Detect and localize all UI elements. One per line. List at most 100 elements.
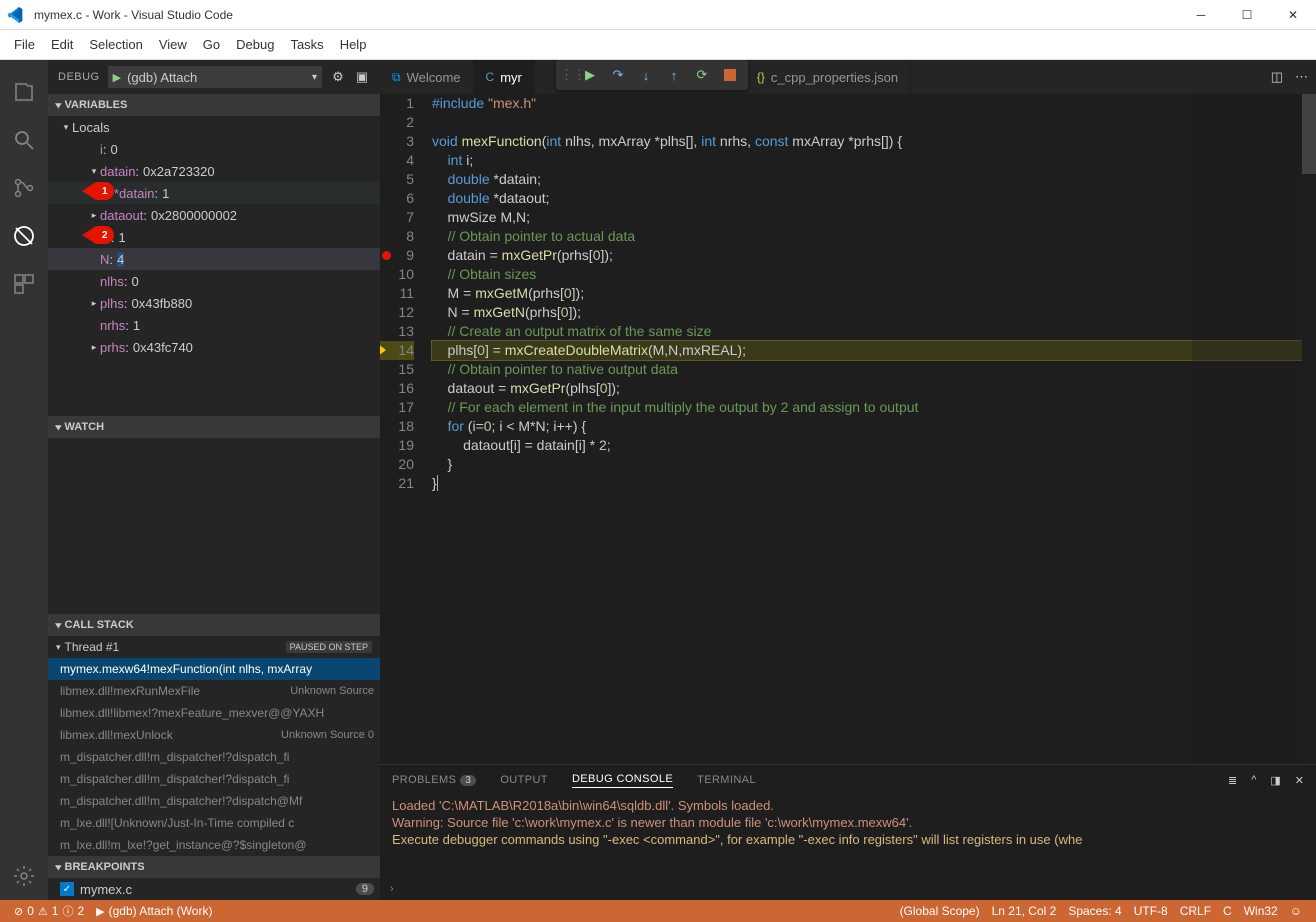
menu-tasks[interactable]: Tasks	[282, 37, 331, 52]
menu-file[interactable]: File	[6, 37, 43, 52]
code-line[interactable]: }	[432, 474, 1316, 493]
code-line[interactable]: mwSize M,N;	[432, 208, 1316, 227]
panel-tab-terminal[interactable]: TERMINAL	[697, 774, 756, 786]
callstack-row[interactable]: libmex.dll!libmex!?mexFeature_mexver@@YA…	[48, 702, 380, 724]
code-line[interactable]: int i;	[432, 151, 1316, 170]
menu-selection[interactable]: Selection	[81, 37, 150, 52]
status-encoding[interactable]: UTF-8	[1128, 904, 1174, 918]
continue-button[interactable]: ▶	[576, 61, 604, 89]
panel-tab-output[interactable]: OUTPUT	[500, 774, 548, 786]
maximize-panel-icon[interactable]: ◨	[1270, 774, 1280, 787]
menu-view[interactable]: View	[151, 37, 195, 52]
explorer-icon[interactable]	[0, 68, 48, 116]
code-line[interactable]: double *datain;	[432, 170, 1316, 189]
minimize-button[interactable]: ─	[1178, 0, 1224, 30]
variable-row[interactable]: ▸dataout: 0x2800000002	[48, 204, 380, 226]
tab-ccpp-properties[interactable]: {} c_cpp_properties.json	[745, 60, 911, 94]
status-debug[interactable]: ▶(gdb) Attach (Work)	[90, 904, 218, 918]
debug-config-select[interactable]: ▶ (gdb) Attach ▾	[108, 66, 322, 88]
extensions-icon[interactable]	[0, 260, 48, 308]
code-line[interactable]: dataout[i] = datain[i] * 2;	[432, 436, 1316, 455]
variable-row[interactable]: nlhs: 0	[48, 270, 380, 292]
restart-button[interactable]: ⟳	[688, 61, 716, 89]
code-area[interactable]: #include "mex.h" void mexFunction(int nl…	[432, 94, 1316, 764]
close-button[interactable]: ✕	[1270, 0, 1316, 30]
status-eol[interactable]: CRLF	[1174, 904, 1217, 918]
grip-icon[interactable]: ⋮⋮	[560, 67, 576, 83]
callstack-row[interactable]: m_dispatcher.dll!m_dispatcher!?dispatch@…	[48, 790, 380, 812]
close-panel-icon[interactable]: ✕	[1295, 774, 1304, 787]
callstack-row[interactable]: libmex.dll!mexRunMexFileUnknown Source	[48, 680, 380, 702]
code-line[interactable]: // Obtain sizes	[432, 265, 1316, 284]
callstack-row[interactable]: m_dispatcher.dll!m_dispatcher!?dispatch_…	[48, 768, 380, 790]
code-line[interactable]: }	[432, 455, 1316, 474]
locals-scope[interactable]: ▾Locals	[48, 116, 380, 138]
menu-debug[interactable]: Debug	[228, 37, 282, 52]
status-feedback-icon[interactable]: ☺	[1284, 904, 1308, 918]
code-line[interactable]: dataout = mxGetPr(plhs[0]);	[432, 379, 1316, 398]
search-icon[interactable]	[0, 116, 48, 164]
step-into-button[interactable]: ↓	[632, 61, 660, 89]
menu-help[interactable]: Help	[332, 37, 375, 52]
status-lang[interactable]: C	[1217, 904, 1238, 918]
breakpoints-section-header[interactable]: BREAKPOINTS	[48, 856, 380, 878]
callstack-row[interactable]: m_lxe.dll!m_lxe!?get_instance@?$singleto…	[48, 834, 380, 856]
tab-mymex[interactable]: C myr	[474, 60, 535, 94]
status-platform[interactable]: Win32	[1238, 904, 1284, 918]
debug-console-icon[interactable]: ▣	[354, 69, 370, 85]
collapse-icon[interactable]: ^	[1251, 774, 1256, 787]
code-line[interactable]: // Obtain pointer to actual data	[432, 227, 1316, 246]
menu-edit[interactable]: Edit	[43, 37, 81, 52]
callstack-row[interactable]: m_lxe.dll![Unknown/Just-In-Time compiled…	[48, 812, 380, 834]
status-position[interactable]: Ln 21, Col 2	[986, 904, 1063, 918]
scm-icon[interactable]	[0, 164, 48, 212]
code-line[interactable]: #include "mex.h"	[432, 94, 1316, 113]
code-line[interactable]: plhs[0] = mxCreateDoubleMatrix(M,N,mxREA…	[432, 341, 1316, 360]
checkbox-icon[interactable]: ✓	[60, 882, 74, 896]
status-scope[interactable]: (Global Scope)	[894, 904, 986, 918]
code-line[interactable]: // Create an output matrix of the same s…	[432, 322, 1316, 341]
clear-console-icon[interactable]: ≣	[1228, 774, 1237, 787]
stop-button[interactable]	[716, 61, 744, 89]
breakpoint-row[interactable]: ✓ mymex.c 9	[48, 878, 380, 900]
editor[interactable]: 123456789101112131415161718192021 #inclu…	[380, 94, 1316, 764]
panel-tab-problems[interactable]: PROBLEMS3	[392, 774, 476, 786]
variable-row[interactable]: N: 4	[48, 248, 380, 270]
more-icon[interactable]: ⋯	[1295, 69, 1308, 85]
variable-row[interactable]: i: 0	[48, 138, 380, 160]
callstack-section-header[interactable]: CALL STACK	[48, 614, 380, 636]
debug-icon[interactable]	[0, 212, 48, 260]
watch-section-header[interactable]: WATCH	[48, 416, 380, 438]
variable-row[interactable]: ▸plhs: 0x43fb880	[48, 292, 380, 314]
variable-row[interactable]: ▾datain: 0x2a723320	[48, 160, 380, 182]
variable-row[interactable]: nrhs: 1	[48, 314, 380, 336]
tab-welcome[interactable]: ⧉ Welcome	[380, 60, 474, 94]
scrollbar[interactable]	[1302, 94, 1316, 764]
debug-settings-icon[interactable]: ⚙	[330, 69, 346, 85]
code-line[interactable]: void mexFunction(int nlhs, mxArray *plhs…	[432, 132, 1316, 151]
code-line[interactable]: M = mxGetM(prhs[0]);	[432, 284, 1316, 303]
callstack-row[interactable]: libmex.dll!mexUnlockUnknown Source 0	[48, 724, 380, 746]
status-spaces[interactable]: Spaces: 4	[1062, 904, 1127, 918]
status-errors[interactable]: ⊘0⚠1ⓘ2	[8, 903, 90, 919]
settings-gear-icon[interactable]	[0, 852, 48, 900]
code-line[interactable]: // Obtain pointer to native output data	[432, 360, 1316, 379]
menu-go[interactable]: Go	[195, 37, 228, 52]
console-input[interactable]: ›	[380, 878, 1316, 900]
code-line[interactable]: datain = mxGetPr(prhs[0]);	[432, 246, 1316, 265]
panel-body[interactable]: Loaded 'C:\MATLAB\R2018a\bin\win64\sqldb…	[380, 795, 1316, 878]
panel-tab-debug-console[interactable]: DEBUG CONSOLE	[572, 773, 673, 788]
code-line[interactable]	[432, 113, 1316, 132]
callstack-row[interactable]: m_dispatcher.dll!m_dispatcher!?dispatch_…	[48, 746, 380, 768]
variables-section-header[interactable]: VARIABLES	[48, 94, 380, 116]
thread-header[interactable]: ▾ Thread #1 PAUSED ON STEP	[48, 636, 380, 658]
variable-row[interactable]: ▸prhs: 0x43fc740	[48, 336, 380, 358]
split-editor-icon[interactable]: ◫	[1271, 69, 1283, 85]
code-line[interactable]: for (i=0; i < M*N; i++) {	[432, 417, 1316, 436]
code-line[interactable]: N = mxGetN(prhs[0]);	[432, 303, 1316, 322]
step-out-button[interactable]: ↑	[660, 61, 688, 89]
debug-toolbar[interactable]: ⋮⋮ ▶ ↷ ↓ ↑ ⟳	[556, 60, 748, 90]
step-over-button[interactable]: ↷	[604, 61, 632, 89]
maximize-button[interactable]: ☐	[1224, 0, 1270, 30]
code-line[interactable]: double *dataout;	[432, 189, 1316, 208]
